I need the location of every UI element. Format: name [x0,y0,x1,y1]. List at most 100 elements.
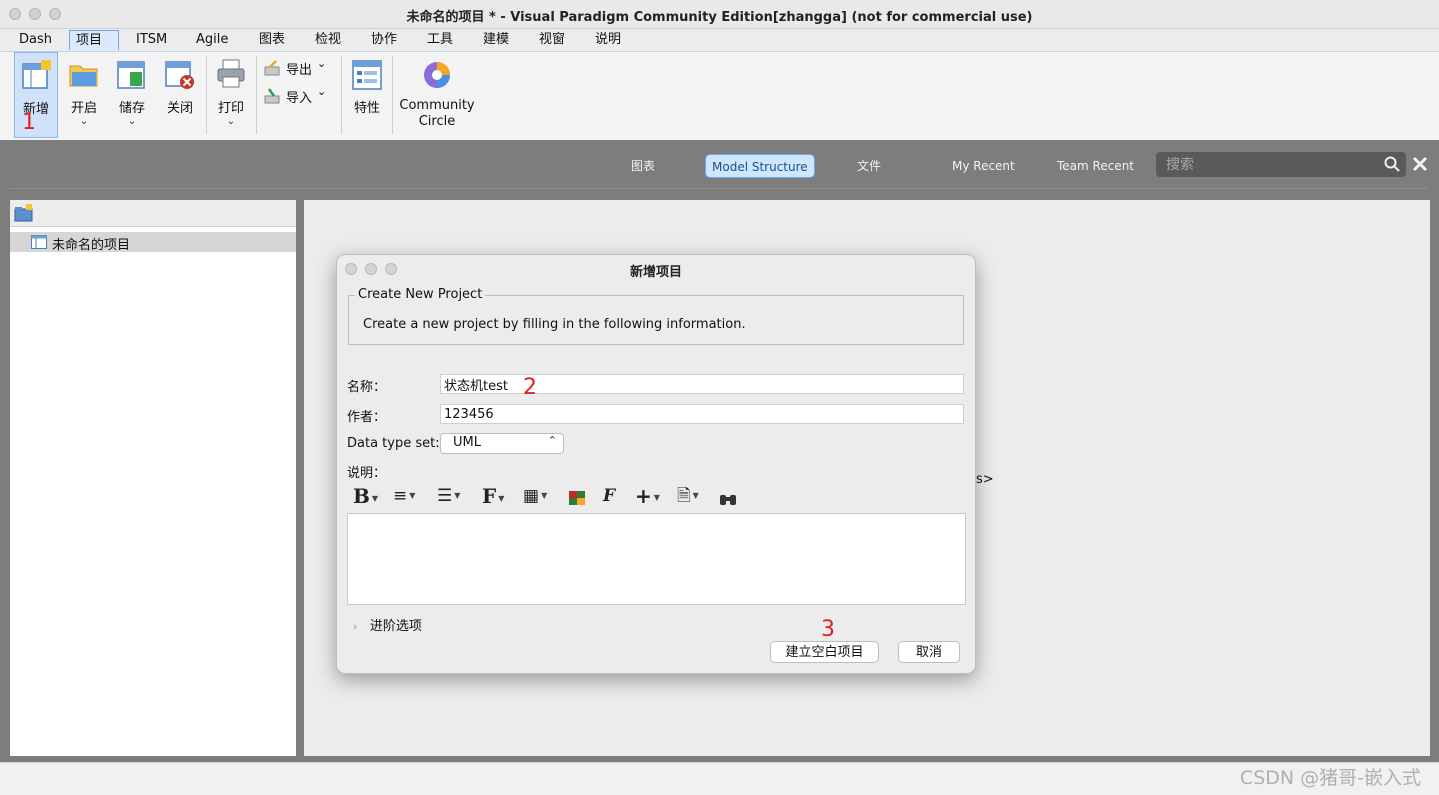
menu-tab-view[interactable]: 检视 [309,30,347,50]
ribbon-separator [392,56,393,134]
close-project-icon [165,61,194,89]
properties-label: 特性 [353,101,380,116]
align-icon[interactable]: ≡ ▼ [393,485,415,507]
print-chevron-icon: ⌄ [226,116,236,127]
description-label: 说明： [347,466,387,481]
community-circle-button[interactable]: Community Circle [396,52,478,138]
window-title: 未命名的项目 * - Visual Paradigm Community Edi… [406,10,1033,25]
window-title-bar: 未命名的项目 * - Visual Paradigm Community Edi… [0,0,1439,29]
datatype-value: UML [453,435,481,450]
menu-tab-tools[interactable]: 工具 [421,30,459,50]
project-icon [31,235,47,249]
menu-tab-modeling[interactable]: 建模 [477,30,515,50]
step-3-annotation: 3 [821,617,835,642]
name-label: 名称： [347,380,387,395]
new-model-icon[interactable] [14,204,34,222]
export-icon [264,60,280,76]
open-folder-icon [69,65,98,87]
menu-tab-window[interactable]: 视窗 [533,30,571,50]
canvas-stray-text: s> [976,472,994,487]
community-label-line2: Circle [418,114,456,129]
advanced-options-toggle[interactable]: › 进阶选项 [353,615,422,634]
nav-tab-team-recent[interactable]: Team Recent [1057,154,1134,178]
search-input[interactable] [1164,154,1378,176]
ribbon-toolbar: 新增 1 开启 ⌄ 储存 ⌄ 关闭 打印 ⌄ 导出 ⌄ 导入 ⌄ 特性 Comm… [0,51,1439,141]
nav-tab-files[interactable]: 文件 [857,154,881,178]
attachment-icon[interactable]: 🗎 ▼ [677,485,699,507]
workspace-divider [10,188,1428,189]
menu-tab-itsm[interactable]: ITSM [130,30,173,50]
group-description: Create a new project by filling in the f… [363,317,746,332]
author-input[interactable] [440,404,964,424]
open-label: 开启 [70,101,97,116]
save-project-button[interactable]: 储存 ⌄ [110,52,154,138]
table-icon[interactable]: ▦ ▼ [523,485,547,507]
new-project-dialog: 新增项目 Create New Project Create a new pro… [336,254,976,674]
dialog-title: 新增项目 [629,265,682,280]
color-icon[interactable] [568,487,586,509]
menu-tab-project[interactable]: 项目 [69,30,119,50]
ribbon-separator [256,56,257,134]
watermark: CSDN @猪哥-嵌入式 [1239,767,1421,789]
save-icon [117,61,145,89]
group-title: Create New Project [355,287,486,302]
tree-item-label: 未命名的项目 [52,238,131,253]
export-label: 导出 [286,63,313,78]
select-arrows-icon: ⌃ [547,434,557,447]
close-project-button[interactable]: 关闭 [158,52,202,138]
search-icon[interactable] [1384,156,1400,172]
import-chevron-icon: ⌄ [317,85,327,98]
close-panel-icon[interactable] [1412,156,1428,172]
datatype-select[interactable]: UML ⌃ [440,433,564,454]
export-button[interactable]: 导出 ⌄ [262,57,332,78]
step-2-annotation: 2 [523,375,537,400]
menu-bar: Dash 项目 ITSM Agile 图表 检视 协作 工具 建模 视窗 说明 [0,29,1439,51]
properties-icon [352,60,382,90]
status-bar [0,762,1439,795]
printer-icon [217,59,245,88]
advanced-options-label: 进阶选项 [369,619,422,634]
clear-format-icon[interactable]: F [603,485,615,507]
tree-item-project[interactable]: 未命名的项目 [10,232,296,253]
chevron-right-icon: › [353,620,358,633]
new-project-button[interactable]: 新增 1 [14,52,58,138]
nav-tab-my-recent[interactable]: My Recent [952,154,1015,178]
datatype-label: Data type set: [347,436,440,451]
create-blank-project-button[interactable]: 建立空白项目 [770,641,879,663]
menu-tab-help[interactable]: 说明 [589,30,627,50]
create-project-group: Create New Project Create a new project … [348,287,964,345]
menu-tab-agile[interactable]: Agile [190,30,234,50]
community-circle-icon [424,62,450,88]
font-icon[interactable]: F ▼ [482,485,504,507]
export-chevron-icon: ⌄ [317,57,327,70]
ribbon-separator [206,56,207,134]
bold-icon[interactable]: B ▼ [353,485,378,507]
import-label: 导入 [286,91,313,106]
cancel-button[interactable]: 取消 [898,641,960,663]
author-label: 作者： [347,410,387,425]
print-label: 打印 [217,101,244,116]
save-label: 储存 [118,101,145,116]
ribbon-separator [341,56,342,134]
search-box [1156,152,1406,177]
open-project-button[interactable]: 开启 ⌄ [62,52,106,138]
print-button[interactable]: 打印 ⌄ [209,52,253,138]
menu-tab-team[interactable]: 协作 [365,30,403,50]
open-chevron-icon: ⌄ [79,116,89,127]
community-label-line1: Community [399,98,475,113]
nav-tab-model-structure[interactable]: Model Structure [705,154,815,178]
tree-toolbar [10,200,296,227]
menu-tab-dash[interactable]: Dash [13,30,58,50]
properties-button[interactable]: 特性 [345,52,389,138]
import-button[interactable]: 导入 ⌄ [262,85,332,106]
close-label: 关闭 [166,101,193,116]
list-icon[interactable]: ☰ ▼ [437,485,460,507]
name-input[interactable] [440,374,964,394]
menu-tab-diagram[interactable]: 图表 [253,30,291,50]
insert-icon[interactable]: + ▼ [635,485,660,507]
model-tree-panel: 未命名的项目 [10,200,296,756]
find-icon[interactable] [719,488,737,510]
description-editor[interactable] [347,513,966,605]
nav-tab-diagrams[interactable]: 图表 [631,154,655,178]
save-chevron-icon: ⌄ [127,116,137,127]
